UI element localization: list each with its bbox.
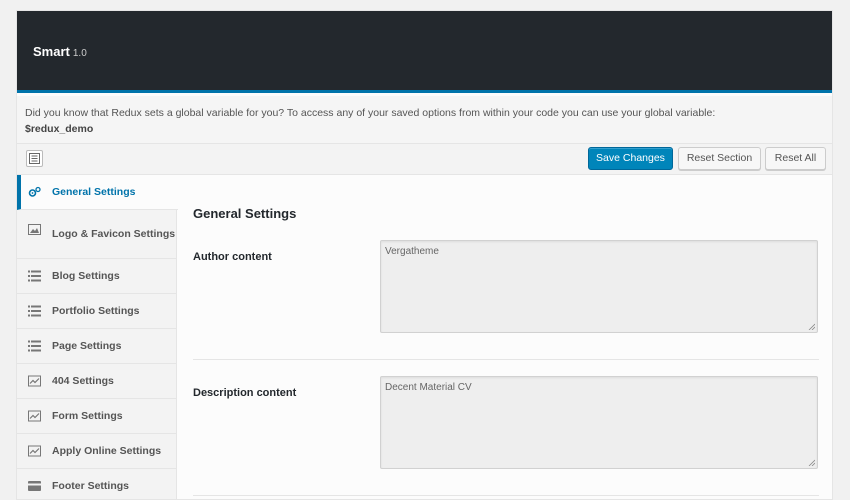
notice-text: Did you know that Redux sets a global va… bbox=[25, 107, 716, 119]
sidebar-item-label: Logo & Favicon Settings bbox=[52, 228, 176, 240]
app-version: 1.0 bbox=[72, 48, 87, 59]
list-icon bbox=[28, 305, 41, 317]
app-title: Smart 1.0 bbox=[33, 44, 87, 59]
sidebar-item-label: Apply Online Settings bbox=[52, 445, 162, 457]
chart-icon bbox=[28, 375, 41, 387]
resize-grip-icon[interactable] bbox=[808, 459, 815, 466]
sidebar-item-label: Footer Settings bbox=[52, 480, 130, 492]
list-icon bbox=[28, 340, 41, 352]
options-header: Smart 1.0 bbox=[17, 11, 832, 93]
expand-options-button[interactable] bbox=[26, 150, 43, 167]
options-panel: Smart 1.0 Did you know that Redux sets a … bbox=[16, 10, 833, 500]
sidebar-item-404-settings[interactable]: 404 Settings bbox=[17, 364, 176, 399]
sidebar-item-footer-settings[interactable]: Footer Settings bbox=[17, 469, 176, 499]
card-icon bbox=[28, 481, 41, 491]
field-divider bbox=[193, 359, 819, 360]
options-sidebar: General Settings Logo & Favicon Settings… bbox=[17, 175, 178, 499]
description-content-value: Decent Material CV bbox=[385, 382, 472, 393]
toolbar: Save Changes Reset Section Reset All bbox=[17, 144, 832, 175]
list-icon bbox=[28, 270, 41, 282]
sidebar-item-label: Portfolio Settings bbox=[52, 305, 140, 317]
description-content-textarea[interactable]: Decent Material CV bbox=[380, 376, 818, 469]
reset-section-button[interactable]: Reset Section bbox=[678, 147, 761, 170]
sidebar-item-label: Blog Settings bbox=[52, 270, 120, 282]
chart-icon bbox=[28, 410, 41, 422]
author-content-textarea[interactable]: Vergatheme bbox=[380, 240, 818, 333]
author-content-value: Vergatheme bbox=[385, 246, 439, 257]
sidebar-item-logo-favicon-settings[interactable]: Logo & Favicon Settings bbox=[17, 210, 176, 259]
author-content-label: Author content bbox=[193, 251, 272, 263]
section-title: General Settings bbox=[193, 206, 297, 221]
settings-content: General Settings Author content Vergathe… bbox=[193, 175, 819, 499]
global-variable-notice: Did you know that Redux sets a global va… bbox=[17, 96, 832, 144]
notice-variable: $redux_demo bbox=[25, 123, 94, 135]
sidebar-item-label: Page Settings bbox=[52, 340, 122, 352]
sidebar-item-page-settings[interactable]: Page Settings bbox=[17, 329, 176, 364]
gears-icon bbox=[28, 186, 41, 197]
sidebar-item-label: Form Settings bbox=[52, 410, 123, 422]
sidebar-item-blog-settings[interactable]: Blog Settings bbox=[17, 259, 176, 294]
sidebar-item-label: General Settings bbox=[52, 186, 136, 198]
sidebar-item-general-settings[interactable]: General Settings bbox=[17, 175, 178, 210]
sidebar-item-portfolio-settings[interactable]: Portfolio Settings bbox=[17, 294, 176, 329]
reset-all-button[interactable]: Reset All bbox=[765, 147, 826, 170]
chart-icon bbox=[28, 445, 41, 457]
description-content-label: Description content bbox=[193, 387, 297, 399]
app-title-text: Smart bbox=[33, 44, 70, 59]
sidebar-item-apply-online-settings[interactable]: Apply Online Settings bbox=[17, 434, 176, 469]
field-divider bbox=[193, 495, 819, 496]
sidebar-item-label: 404 Settings bbox=[52, 375, 114, 387]
image-icon bbox=[28, 224, 41, 235]
resize-grip-icon[interactable] bbox=[808, 323, 815, 330]
sidebar-item-form-settings[interactable]: Form Settings bbox=[17, 399, 176, 434]
expand-list-icon bbox=[29, 153, 40, 164]
save-changes-button[interactable]: Save Changes bbox=[588, 147, 673, 170]
